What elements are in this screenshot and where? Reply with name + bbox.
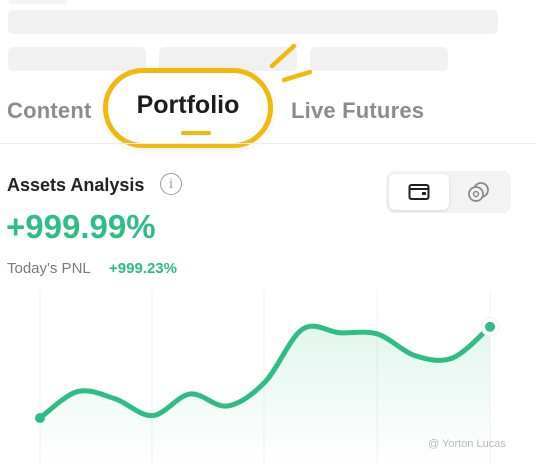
wallet-icon [408, 184, 430, 200]
coins-view-button[interactable] [449, 174, 509, 210]
skeleton-placeholder [8, 47, 146, 71]
skeleton-placeholder [310, 47, 448, 71]
wallet-view-button[interactable] [389, 174, 449, 210]
active-tab-indicator [181, 131, 211, 135]
todays-pnl-label: Today's PNL [7, 260, 91, 277]
tab-live-futures[interactable]: Live Futures [291, 98, 424, 124]
info-icon[interactable]: i [160, 173, 182, 195]
divider [0, 143, 536, 144]
tab-portfolio[interactable]: Portfolio [103, 68, 273, 148]
watermark: @ Yorton Lucas [428, 438, 506, 450]
assets-change-value: +999.99% [6, 208, 156, 245]
todays-pnl-value: +999.23% [109, 260, 177, 277]
assets-analysis-title: Assets Analysis [7, 175, 145, 195]
chart-start-point [35, 413, 45, 423]
tab-portfolio-label: Portfolio [136, 90, 240, 119]
coins-icon [468, 182, 489, 202]
view-toggle [386, 171, 511, 213]
chart-end-point [485, 321, 495, 332]
sparkle-icon [269, 43, 313, 83]
skeleton-placeholder [8, 10, 498, 34]
tab-content[interactable]: Content [7, 98, 92, 124]
skeleton-placeholder [8, 0, 68, 4]
